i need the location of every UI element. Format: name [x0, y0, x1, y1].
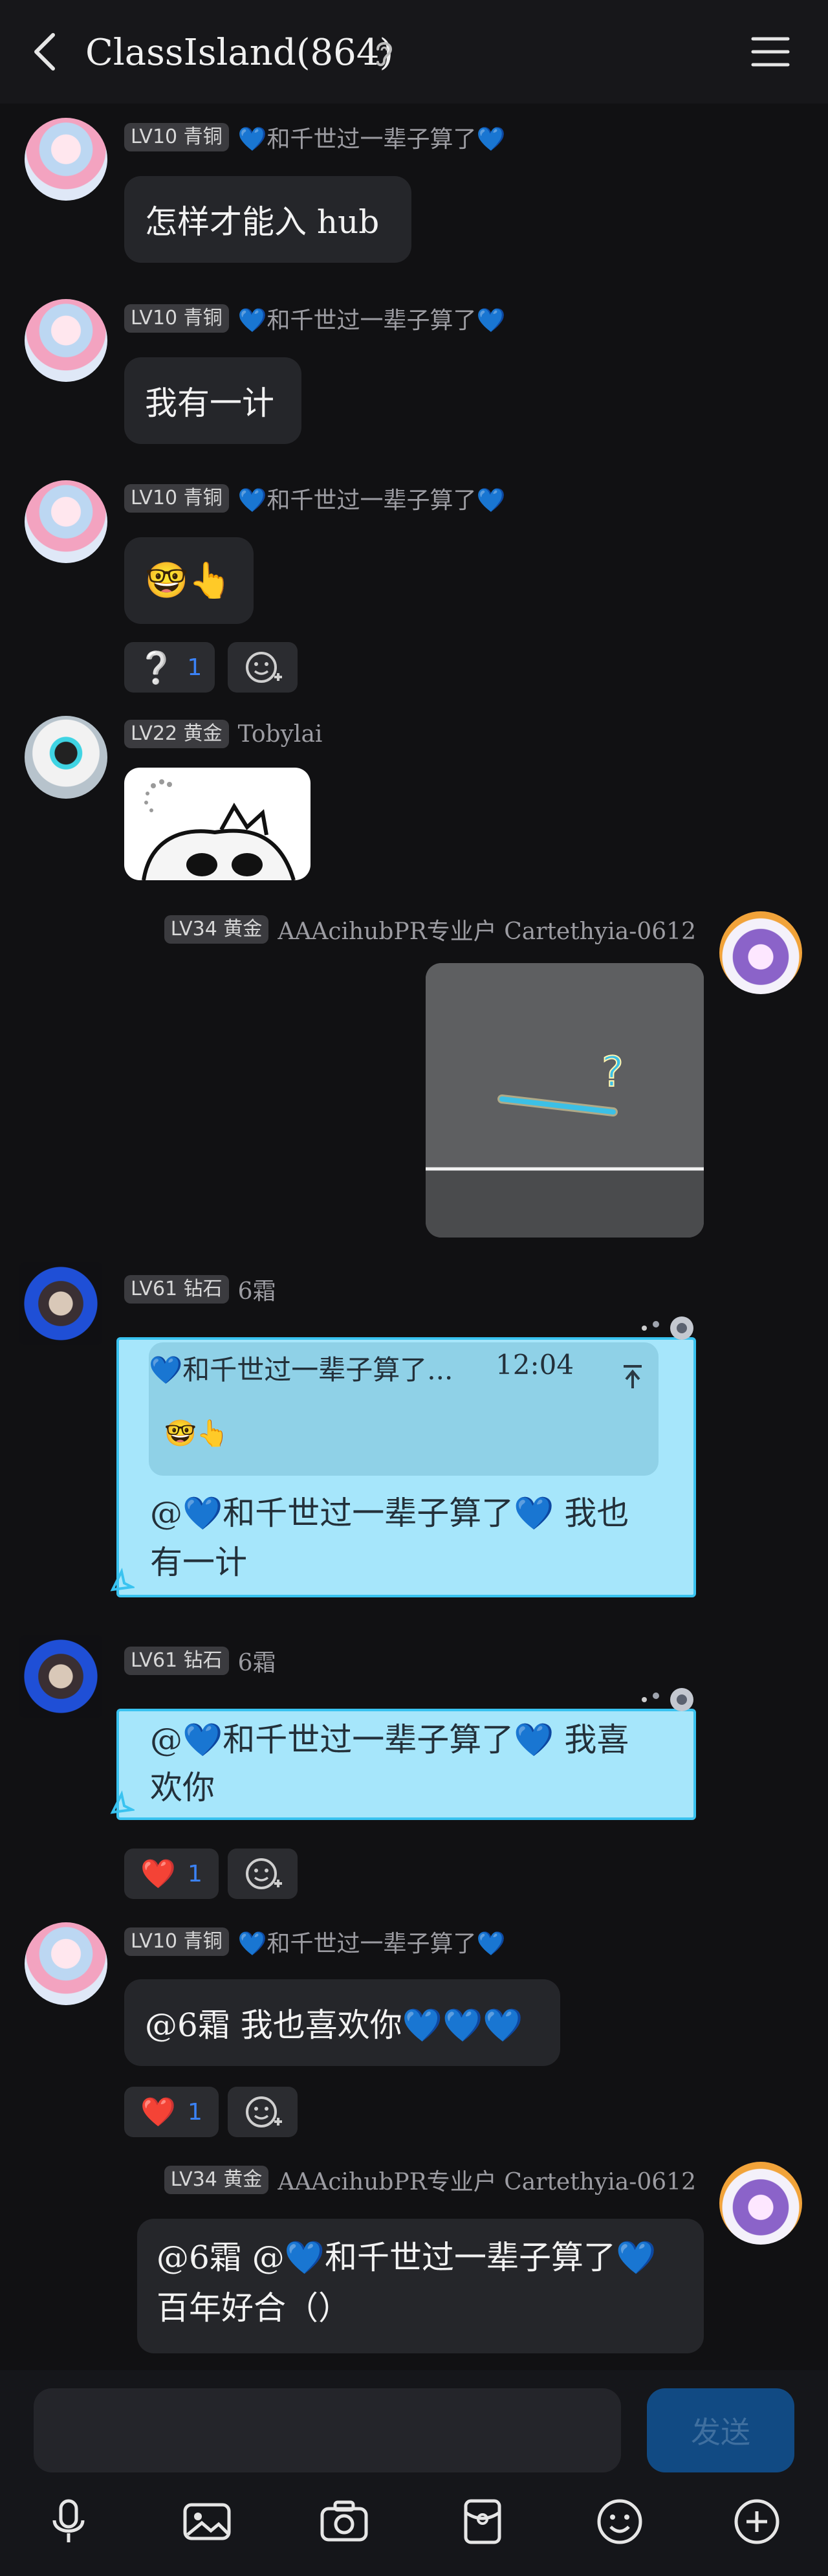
image-message[interactable]: [124, 768, 310, 880]
message-text-line: @💙和千世过一辈子算了💙 我喜: [150, 1721, 629, 1759]
avatar[interactable]: [25, 118, 107, 201]
message-meta: LV10 青铜 💙和千世过一辈子算了💙: [124, 482, 506, 515]
emoji-icon[interactable]: [594, 2496, 646, 2548]
add-reaction-button[interactable]: [228, 1849, 298, 1899]
message-text-line: 百年好合（）: [157, 2289, 351, 2327]
microphone-icon[interactable]: [43, 2496, 94, 2548]
emoji-message-bubble[interactable]: 🤓👆: [124, 537, 254, 624]
image-question-mark: ?: [602, 1049, 624, 1096]
reaction-count: 1: [187, 654, 202, 681]
avatar[interactable]: [25, 1922, 107, 2005]
avatar[interactable]: [19, 1635, 102, 1718]
bubble-corner-decoration: [109, 1790, 136, 1816]
add-reaction-button[interactable]: [228, 642, 298, 693]
message-meta: LV61 钻石 6霜: [124, 1272, 276, 1306]
message-bubble[interactable]: @6霜 @💙和千世过一辈子算了💙 百年好合（）: [137, 2219, 704, 2353]
sender-name[interactable]: AAAcihubPR专业户 Cartethyia-0612: [278, 2163, 696, 2197]
reaction-chip[interactable]: ❔ 1: [124, 642, 215, 693]
quote-preview: 🤓👆: [164, 1419, 229, 1449]
message-text-line: 有一计: [150, 1544, 247, 1581]
bubble-sparkle-decoration: [637, 1680, 708, 1726]
level-badge: LV10 青铜: [124, 1927, 229, 1956]
sender-name[interactable]: 💙和千世过一辈子算了💙: [238, 482, 506, 515]
message-meta: LV10 青铜 💙和千世过一辈子算了💙: [124, 1925, 506, 1959]
bubble-sparkle-decoration: [637, 1309, 708, 1354]
message-meta: LV10 青铜 💙和千世过一辈子算了💙: [124, 302, 506, 335]
level-badge: LV61 钻石: [124, 1275, 229, 1304]
sender-name[interactable]: 💙和千世过一辈子算了💙: [238, 302, 506, 335]
level-badge: LV34 黄金: [164, 2166, 269, 2194]
message-bubble-decorated[interactable]: @💙和千世过一辈子算了💙 我喜 欢你: [116, 1709, 696, 1820]
avatar[interactable]: [19, 1262, 102, 1345]
red-packet-icon[interactable]: [457, 2496, 508, 2548]
image-message[interactable]: ?: [426, 963, 704, 1238]
level-badge: LV22 黄金: [124, 720, 229, 748]
quote-time: 12:04: [496, 1349, 574, 1381]
level-badge: LV10 青铜: [124, 484, 229, 513]
ear-icon: [371, 38, 397, 69]
camera-icon[interactable]: [318, 2496, 370, 2548]
hamburger-menu-icon[interactable]: [750, 34, 790, 70]
message-input[interactable]: [34, 2388, 621, 2472]
sender-name[interactable]: 💙和千世过一辈子算了💙: [238, 1925, 506, 1959]
sender-name[interactable]: AAAcihubPR专业户 Cartethyia-0612: [278, 913, 696, 946]
level-badge: LV61 钻石: [124, 1647, 229, 1675]
bubble-corner-decoration: [109, 1568, 136, 1593]
question-reaction-icon: ❔: [136, 649, 176, 686]
avatar[interactable]: [25, 299, 107, 382]
message-bubble[interactable]: @6霜 我也喜欢你💙💙💙: [124, 1979, 560, 2066]
avatar[interactable]: [719, 911, 802, 994]
heart-reaction-icon: ❤️: [140, 2096, 176, 2129]
sender-name[interactable]: 6霜: [238, 1272, 276, 1306]
level-badge: LV10 青铜: [124, 123, 229, 151]
jump-to-message-icon[interactable]: [620, 1354, 646, 1388]
sender-name[interactable]: Tobylai: [238, 721, 323, 748]
send-button[interactable]: 发送: [647, 2388, 794, 2472]
message-bubble[interactable]: 怎样才能入 hub: [124, 176, 411, 263]
sender-name[interactable]: 6霜: [238, 1644, 276, 1678]
message-text-line: @6霜 @💙和千世过一辈子算了💙: [157, 2239, 657, 2276]
sender-name[interactable]: 💙和千世过一辈子算了💙: [238, 120, 506, 154]
message-meta: LV61 钻石 6霜: [124, 1644, 276, 1678]
reaction-count: 1: [187, 1860, 202, 1887]
message-text-line: 欢你: [150, 1769, 215, 1806]
reaction-chip[interactable]: ❤️ 1: [124, 1849, 219, 1899]
avatar[interactable]: [719, 2162, 802, 2245]
quoted-message[interactable]: 💙和千世过一辈子算了... 12:04 🤓👆: [149, 1342, 659, 1476]
level-badge: LV10 青铜: [124, 304, 229, 333]
quote-author: 💙和千世过一辈子算了...: [149, 1354, 453, 1386]
plus-icon[interactable]: [731, 2496, 783, 2548]
message-bubble-decorated[interactable]: 💙和千世过一辈子算了... 12:04 🤓👆 @💙和千世过一辈子算了💙 我也 有…: [116, 1337, 696, 1597]
chat-title[interactable]: ClassIsland(864): [85, 27, 393, 79]
message-meta: LV34 黄金 AAAcihubPR专业户 Cartethyia-0612: [164, 913, 696, 946]
avatar[interactable]: [25, 716, 107, 799]
back-arrow-icon[interactable]: [23, 26, 69, 78]
reaction-chip[interactable]: ❤️ 1: [124, 2087, 219, 2137]
reaction-count: 1: [187, 2098, 202, 2126]
add-reaction-button[interactable]: [228, 2087, 298, 2137]
message-bubble[interactable]: 我有一计: [124, 357, 301, 444]
loading-spinner-icon: [144, 779, 172, 812]
message-text-line: @💙和千世过一辈子算了💙 我也: [150, 1494, 629, 1532]
message-meta: LV10 青铜 💙和千世过一辈子算了💙: [124, 120, 506, 154]
avatar[interactable]: [25, 480, 107, 563]
message-meta: LV22 黄金 Tobylai: [124, 720, 322, 748]
level-badge: LV34 黄金: [164, 915, 269, 944]
image-icon[interactable]: [181, 2496, 233, 2548]
message-meta: LV34 黄金 AAAcihubPR专业户 Cartethyia-0612: [164, 2163, 696, 2197]
heart-reaction-icon: ❤️: [140, 1858, 176, 1891]
